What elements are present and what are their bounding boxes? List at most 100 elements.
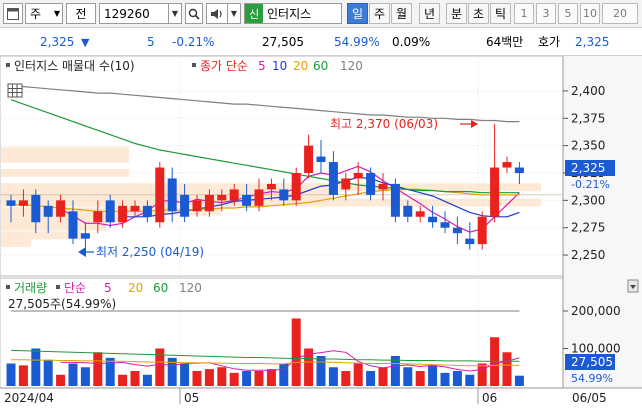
y-tick-label: 2,250: [571, 248, 605, 262]
chart-window-icon[interactable]: [3, 3, 23, 24]
period-tab-day[interactable]: 일: [347, 3, 368, 24]
legend-marker: [56, 285, 60, 289]
interval-label: 20: [613, 7, 627, 20]
legend-vma-120: 120: [179, 281, 202, 295]
candle-body: [31, 194, 41, 223]
volume-bar: [452, 371, 462, 386]
low-annotation: 최저 2,250 (04/19): [96, 245, 204, 259]
volume-bar: [378, 367, 388, 386]
candle-body: [155, 167, 165, 223]
candle-body: [477, 216, 487, 245]
market-select[interactable]: 주 ▼: [25, 3, 63, 24]
price-change-pct: -0.21%: [172, 35, 215, 49]
volume-bar: [266, 369, 276, 386]
legend-ma-60: 60: [313, 59, 328, 73]
candle-body: [93, 211, 103, 223]
y-tick-label: 2,375: [571, 111, 605, 125]
chart-toolbar: 주 ▼ 전 129260 ▼ ▼ 신 인터지스 일 주 월 년 분 초 틱 1 …: [0, 0, 642, 28]
interval-button[interactable]: 10: [580, 3, 600, 24]
search-button[interactable]: [185, 3, 203, 24]
period-tab-label: 주: [373, 7, 386, 21]
current-change-tag: -0.21%: [571, 178, 610, 191]
interval-label: 5: [564, 7, 572, 20]
y-tick-label: 2,400: [571, 84, 605, 98]
price-change: 5: [147, 35, 155, 49]
volume-bar: [105, 357, 115, 386]
quote-bar: 2,325 ▼ 5 -0.21% 27,505 54.99% 0.09% 64백…: [0, 29, 642, 56]
period-tab-month[interactable]: 월: [391, 3, 412, 24]
candle-body: [304, 145, 314, 173]
legend-vma-20: 20: [128, 281, 143, 295]
candle-body: [502, 162, 512, 168]
volume-bar: [93, 352, 103, 386]
interval-label: 1: [520, 7, 528, 20]
x-label-apr: 2024/04: [4, 391, 54, 405]
legend-ma-20: 20: [293, 59, 308, 73]
speaker-icon: [211, 8, 222, 19]
stock-code-input[interactable]: 129260: [99, 3, 169, 24]
legend-marker: [192, 63, 196, 67]
interval-label: 10: [583, 7, 597, 20]
candle-body: [229, 189, 239, 201]
period-tab-week[interactable]: 주: [369, 3, 390, 24]
candle-body: [266, 183, 276, 190]
price-ma-label: 종가 단순: [200, 59, 248, 73]
volume-bar: [6, 363, 16, 386]
x-label-jun: 06: [482, 391, 497, 405]
stock-name: 인터지스: [267, 7, 312, 21]
trading-volume: 27,505: [262, 35, 304, 49]
candle-body: [18, 200, 28, 206]
volume-bar: [18, 365, 28, 386]
volume-profile-bar: [1, 147, 129, 156]
period-tab-label: 월: [395, 7, 408, 21]
prev-button[interactable]: 전: [66, 3, 96, 24]
x-label-may: 05: [184, 391, 199, 405]
volume-bar: [502, 352, 512, 386]
candle-body: [490, 167, 500, 217]
volume-bar: [428, 365, 438, 386]
period-tab-label: 년: [423, 7, 436, 21]
sound-button[interactable]: [206, 3, 228, 24]
down-arrow-icon: ▼: [81, 36, 90, 49]
market-select-label: 주: [30, 7, 42, 21]
high-annotation: 최고 2,370 (06/03): [330, 117, 438, 131]
candle-body: [465, 238, 475, 245]
volume-bar: [68, 363, 78, 386]
interval-button[interactable]: 3: [536, 3, 556, 24]
candle-body: [80, 233, 90, 239]
period-tab-label: 초: [472, 7, 485, 21]
candle-body: [167, 178, 177, 212]
bid-price: 2,325: [575, 35, 610, 49]
turnover-rate: 0.09%: [392, 35, 431, 49]
candle-body: [279, 189, 289, 201]
candle-body: [118, 205, 128, 223]
candle-body: [192, 200, 202, 212]
candle-body: [452, 227, 462, 234]
candle-body: [56, 200, 66, 217]
interval-button[interactable]: 1: [514, 3, 534, 24]
sound-dropdown-button[interactable]: ▼: [227, 3, 241, 24]
volume-legend-title: 거래량: [14, 281, 47, 295]
stock-chart[interactable]: 2,400 2,375 2,350 2,325 2,300 2,275 2,250 200,…: [0, 56, 642, 410]
volume-bar: [155, 348, 165, 386]
code-dropdown-button[interactable]: ▼: [168, 3, 182, 24]
volume-bar: [465, 374, 475, 386]
period-tab-tick[interactable]: 틱: [490, 3, 511, 24]
current-volume-tag-text: 27,505: [571, 355, 613, 369]
interval-button[interactable]: 5: [558, 3, 578, 24]
candle-body: [341, 178, 351, 190]
period-tab-year[interactable]: 년: [419, 3, 440, 24]
interval-button[interactable]: 20: [602, 3, 638, 24]
current-price-tag-text: 2,325: [571, 161, 605, 175]
x-axis-area: [0, 388, 642, 410]
period-tab-second[interactable]: 초: [468, 3, 489, 24]
grid-table-icon[interactable]: [7, 83, 23, 98]
interval-label: 3: [542, 7, 550, 20]
period-tab-minute[interactable]: 분: [446, 3, 467, 24]
volume-bar: [254, 371, 264, 386]
stock-name-field[interactable]: 신 인터지스: [244, 3, 342, 24]
volume-bar: [366, 371, 376, 386]
y-tick-label: 2,275: [571, 221, 605, 235]
volume-bar: [56, 374, 66, 386]
candle-body: [217, 194, 227, 201]
